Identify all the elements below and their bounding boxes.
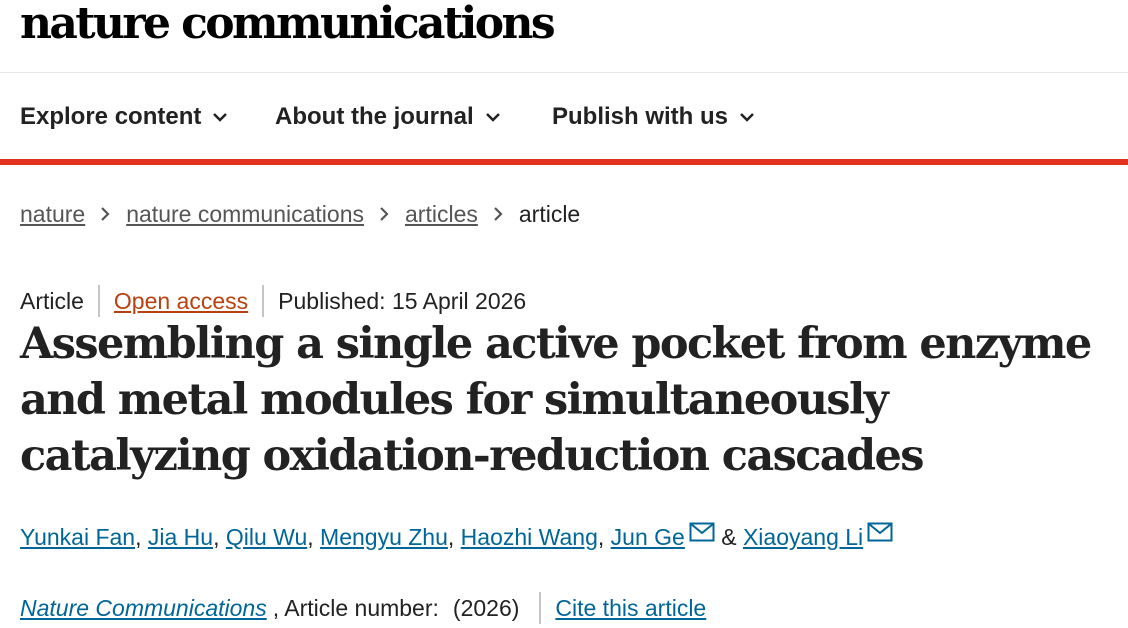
open-access-link[interactable]: Open access	[114, 288, 248, 315]
author-separator: ,	[597, 523, 605, 550]
author-separator: ,	[213, 523, 220, 550]
chevron-right-icon	[380, 207, 389, 221]
breadcrumb-current: article	[518, 200, 581, 227]
divider	[262, 285, 265, 317]
site-header: nature communications	[0, 0, 1128, 73]
breadcrumb-link-nature-communications[interactable]: nature communications	[126, 201, 364, 228]
nav-publish-with-us[interactable]: Publish with us	[552, 102, 754, 132]
chevron-right-icon	[101, 207, 110, 221]
author-link[interactable]: Jia Hu	[148, 524, 213, 551]
article-meta: Article Open access Published: 15 April …	[20, 284, 526, 318]
breadcrumb-link-nature[interactable]: nature	[20, 201, 85, 228]
chevron-right-icon	[494, 207, 503, 221]
divider	[97, 285, 100, 317]
breadcrumb-link-articles[interactable]: articles	[405, 201, 478, 228]
nav-label: Publish with us	[552, 103, 729, 130]
mail-icon[interactable]	[689, 522, 715, 542]
author-ampersand: &	[721, 523, 737, 550]
author-separator: ,	[447, 523, 455, 550]
published-date: Published: 15 April 2026	[278, 287, 527, 314]
author-list: Yunkai Fan, Jia Hu, Qilu Wu, Mengyu Zhu,…	[20, 520, 893, 554]
article-number-label: , Article number:	[272, 594, 439, 621]
author-separator: ,	[135, 523, 142, 550]
article-title: Assembling a single active pocket from e…	[20, 319, 1092, 481]
author-link[interactable]: Jun Ge	[611, 524, 685, 551]
publication-year: (2026)	[452, 594, 520, 621]
journal-logo[interactable]: nature communications	[20, 0, 556, 49]
author-link[interactable]: Mengyu Zhu	[320, 524, 448, 551]
chevron-down-icon	[213, 112, 228, 122]
author-link[interactable]: Xiaoyang Li	[743, 524, 863, 551]
main-nav: Explore content About the journal Publis…	[0, 73, 1128, 165]
breadcrumb: nature nature communications articles ar…	[20, 197, 580, 231]
citation-line: Nature Communications , Article number: …	[20, 591, 706, 625]
author-link[interactable]: Haozhi Wang	[461, 524, 598, 551]
chevron-down-icon	[740, 112, 754, 122]
nav-explore-content[interactable]: Explore content	[20, 102, 228, 132]
author-separator: ,	[307, 523, 314, 550]
nav-label: About the journal	[275, 103, 474, 130]
mail-icon[interactable]	[867, 522, 893, 542]
article-type: Article	[20, 287, 84, 314]
nav-label: Explore content	[20, 103, 202, 130]
author-link[interactable]: Qilu Wu	[226, 524, 307, 551]
author-link[interactable]: Yunkai Fan	[20, 524, 135, 551]
journal-link[interactable]: Nature Communications	[20, 595, 267, 622]
cite-this-article-link[interactable]: Cite this article	[555, 595, 706, 622]
nav-about-journal[interactable]: About the journal	[275, 102, 500, 132]
chevron-down-icon	[485, 112, 500, 122]
divider	[539, 592, 542, 624]
